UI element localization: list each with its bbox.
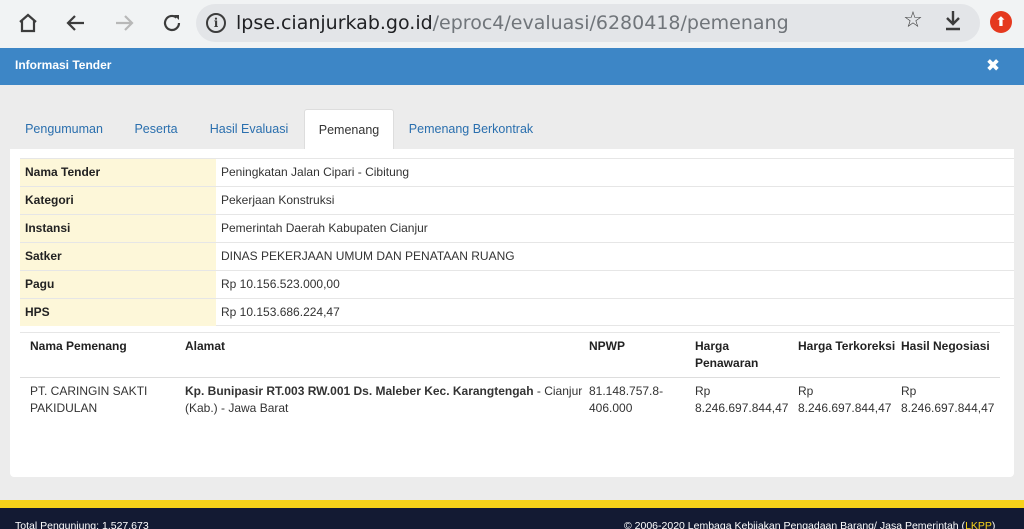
amount: 8.246.697.844,47 [901, 401, 995, 415]
close-icon[interactable]: ✖ [982, 53, 1004, 79]
tab-pemenang-berkontrak[interactable]: Pemenang Berkontrak [394, 109, 548, 149]
currency: Rp [695, 384, 711, 398]
header-alamat: Alamat [185, 339, 226, 353]
info-value: Rp 10.153.686.224,47 [221, 305, 340, 319]
modal-body: Pengumuman Peserta Hasil Evaluasi Pemena… [0, 85, 1024, 500]
copyright: © 2006-2020 Lembaga Kebijakan Pengadaan … [624, 520, 995, 529]
table-header-row: Nama Pemenang Alamat NPWP Harga Penawara… [20, 332, 1000, 378]
browser-toolbar: i lpse.cianjurkab.go.id/eproc4/evaluasi/… [0, 0, 1024, 48]
info-value: Rp 10.156.523.000,00 [221, 277, 340, 291]
info-label: Nama Tender [20, 159, 216, 186]
copyright-end: ) [991, 520, 996, 529]
address-street: Kp. Bunipasir RT.003 RW.001 Ds. Maleber … [185, 384, 534, 398]
opera-icon[interactable]: ⬆ [990, 11, 1012, 33]
winner-name-line: PT. CARINGIN SAKTI [30, 384, 148, 398]
lkpp-link[interactable]: LKPP [965, 520, 992, 529]
info-label: Instansi [20, 215, 216, 242]
tab-pengumuman[interactable]: Pengumuman [10, 109, 118, 149]
header-nama-pemenang: Nama Pemenang [30, 339, 127, 353]
header-npwp: NPWP [589, 339, 625, 353]
address-line: Kp. Bunipasir RT.003 RW.001 Ds. Maleber … [185, 383, 585, 400]
info-value: Pekerjaan Konstruksi [221, 193, 335, 207]
info-row-nama-tender: Nama Tender Peningkatan Jalan Cipari - C… [20, 158, 1014, 186]
winner-name: PT. CARINGIN SAKTI PAKIDULAN [30, 383, 147, 417]
url-path: /eproc4/evaluasi/6280418/pemenang [432, 12, 789, 34]
footer-stripe [0, 500, 1024, 508]
table-row: PT. CARINGIN SAKTI PAKIDULAN Kp. Bunipas… [20, 378, 1000, 422]
visitor-count: Total Pengunjung: 1.527.673 [15, 520, 149, 529]
download-icon[interactable] [940, 8, 966, 38]
currency: Rp [901, 384, 917, 398]
back-icon[interactable] [60, 8, 92, 38]
info-label: Kategori [20, 187, 216, 214]
info-label: HPS [20, 299, 216, 326]
winner-npwp: 81.148.757.8- 406.000 [589, 383, 663, 417]
address-bar[interactable]: i lpse.cianjurkab.go.id/eproc4/evaluasi/… [196, 4, 980, 42]
info-row-satker: Satker DINAS PEKERJAAN UMUM DAN PENATAAN… [20, 242, 1014, 270]
url-host: lpse.cianjurkab.go.id [236, 12, 433, 34]
amount: 8.246.697.844,47 [695, 401, 789, 415]
info-row-kategori: Kategori Pekerjaan Konstruksi [20, 186, 1014, 214]
address-city: - Cianjur [533, 384, 583, 398]
url-text: lpse.cianjurkab.go.id/eproc4/evaluasi/62… [236, 12, 789, 34]
info-value: DINAS PEKERJAAN UMUM DAN PENATAAN RUANG [221, 249, 515, 263]
modal-title: Informasi Tender [15, 58, 112, 72]
info-row-pagu: Pagu Rp 10.156.523.000,00 [20, 270, 1014, 298]
tab-panel: Nama Tender Peningkatan Jalan Cipari - C… [10, 149, 1014, 477]
header-penawaran-line: Penawaran [695, 356, 759, 370]
modal-header: Informasi Tender ✖ [0, 48, 1024, 85]
info-value: Pemerintah Daerah Kabupaten Cianjur [221, 221, 428, 235]
info-label: Satker [20, 243, 216, 270]
info-row-hps: HPS Rp 10.153.686.224,47 [20, 298, 1014, 326]
info-label: Pagu [20, 271, 216, 298]
star-icon[interactable]: ☆ [900, 8, 926, 38]
info-icon[interactable]: i [206, 13, 226, 33]
tab-peserta[interactable]: Peserta [118, 109, 194, 149]
header-hasil-negosiasi: Hasil Negosiasi [901, 339, 990, 353]
npwp-line: 406.000 [589, 401, 633, 415]
winner-table: Nama Pemenang Alamat NPWP Harga Penawara… [20, 332, 1000, 422]
tender-info-table: Nama Tender Peningkatan Jalan Cipari - C… [20, 158, 1014, 326]
winner-name-line: PAKIDULAN [30, 401, 98, 415]
winner-offer-price: Rp 8.246.697.844,47 [695, 383, 788, 417]
footer: Total Pengunjung: 1.527.673 © 2006-2020 … [0, 508, 1024, 529]
header-harga-line: Harga [695, 339, 730, 353]
home-icon[interactable] [12, 8, 44, 38]
header-harga-terkoreksi: Harga Terkoreksi [798, 339, 896, 353]
address-line: (Kab.) - Jawa Barat [185, 401, 289, 415]
info-row-instansi: Instansi Pemerintah Daerah Kabupaten Cia… [20, 214, 1014, 242]
amount: 8.246.697.844,47 [798, 401, 892, 415]
forward-icon[interactable] [108, 8, 140, 38]
reload-icon[interactable] [156, 8, 188, 38]
tab-hasil-evaluasi[interactable]: Hasil Evaluasi [194, 109, 304, 149]
winner-negotiated-price: Rp 8.246.697.844,47 [901, 383, 994, 417]
info-value: Peningkatan Jalan Cipari - Cibitung [221, 165, 410, 179]
header-harga-penawaran: Harga Penawaran [695, 338, 758, 372]
npwp-line: 81.148.757.8- [589, 384, 664, 398]
winner-corrected-price: Rp 8.246.697.844,47 [798, 383, 891, 417]
tab-bar: Pengumuman Peserta Hasil Evaluasi Pemena… [10, 109, 1014, 149]
tab-pemenang[interactable]: Pemenang [304, 109, 394, 149]
copyright-text: © 2006-2020 Lembaga Kebijakan Pengadaan … [624, 520, 966, 529]
winner-address: Kp. Bunipasir RT.003 RW.001 Ds. Maleber … [185, 383, 585, 417]
currency: Rp [798, 384, 814, 398]
